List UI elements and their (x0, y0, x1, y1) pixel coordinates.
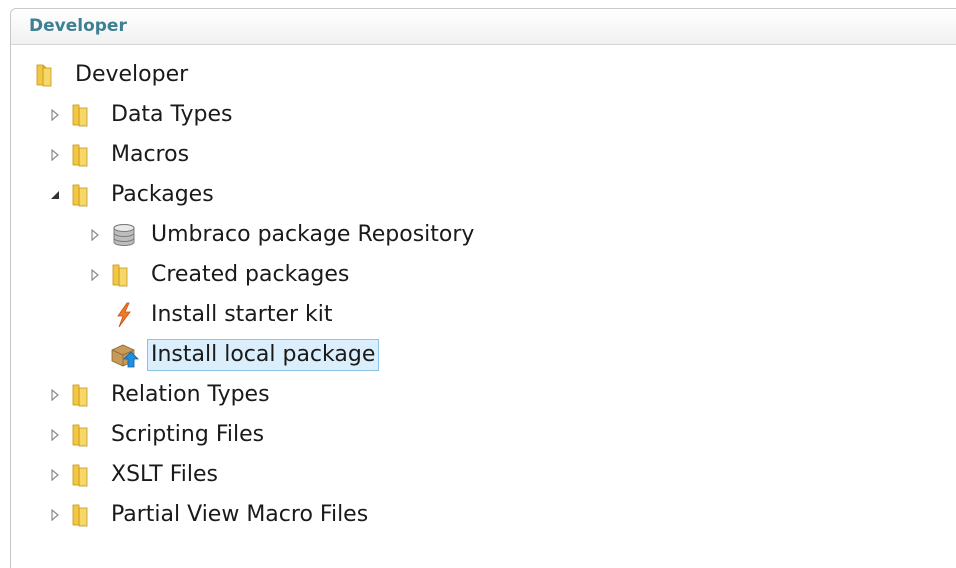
folder-icon (69, 380, 99, 410)
tree-node-label: Scripting Files (111, 422, 265, 447)
folder-icon (69, 180, 99, 210)
tree-node-umbraco-package-repository[interactable]: Umbraco package Repository (87, 219, 478, 251)
expand-arrow-icon[interactable] (47, 427, 63, 443)
lightning-icon (109, 300, 139, 330)
tree-node-label: Developer (75, 62, 189, 87)
database-icon (109, 220, 139, 250)
tree-node-partial-view-macro-files[interactable]: Partial View Macro Files (47, 499, 372, 531)
tree-node-relation-types[interactable]: Relation Types (47, 379, 274, 411)
folder-icon (69, 500, 99, 530)
tree-node-label: Data Types (111, 102, 233, 127)
expand-arrow-icon[interactable] (47, 467, 63, 483)
tree-node-label: Relation Types (111, 382, 270, 407)
tree-node-label: Install local package (147, 339, 380, 371)
tree-node-created-packages[interactable]: Created packages (87, 259, 353, 291)
expand-arrow-icon[interactable] (47, 387, 63, 403)
tree-node-scripting-files[interactable]: Scripting Files (47, 419, 268, 451)
panel-title: Developer (11, 9, 956, 45)
tree-node-install-starter-kit[interactable]: Install starter kit (109, 299, 337, 331)
folder-icon (69, 460, 99, 490)
tree-node-label: Install starter kit (151, 302, 333, 327)
collapse-arrow-icon[interactable] (47, 187, 63, 203)
expand-arrow-icon[interactable] (47, 107, 63, 123)
tree-node-label: Macros (111, 142, 190, 167)
tree-node-macros[interactable]: Macros (47, 139, 193, 171)
tree-node-label: Packages (111, 182, 214, 207)
tree-node-label: Partial View Macro Files (111, 502, 369, 527)
tree-node-label: XSLT Files (111, 462, 218, 487)
expand-arrow-icon[interactable] (47, 147, 63, 163)
tree-node-xslt-files[interactable]: XSLT Files (47, 459, 222, 491)
tree-node-install-local-package[interactable]: Install local package (109, 339, 380, 371)
folder-icon (69, 100, 99, 130)
folder-icon (69, 420, 99, 450)
expand-arrow-icon[interactable] (87, 267, 103, 283)
tree-node-developer[interactable]: Developer (33, 59, 192, 91)
expand-arrow-icon[interactable] (47, 507, 63, 523)
tree-node-label: Umbraco package Repository (151, 222, 475, 247)
folder-icon (109, 260, 139, 290)
developer-panel: Developer Developer Data Types Macros Pa… (10, 8, 956, 568)
expand-arrow-icon[interactable] (87, 227, 103, 243)
folder-icon (33, 60, 63, 90)
tree-node-packages[interactable]: Packages (47, 179, 218, 211)
tree-node-label: Created packages (151, 262, 350, 287)
tree-node-data-types[interactable]: Data Types (47, 99, 237, 131)
folder-icon (69, 140, 99, 170)
package-install-icon (109, 340, 139, 370)
